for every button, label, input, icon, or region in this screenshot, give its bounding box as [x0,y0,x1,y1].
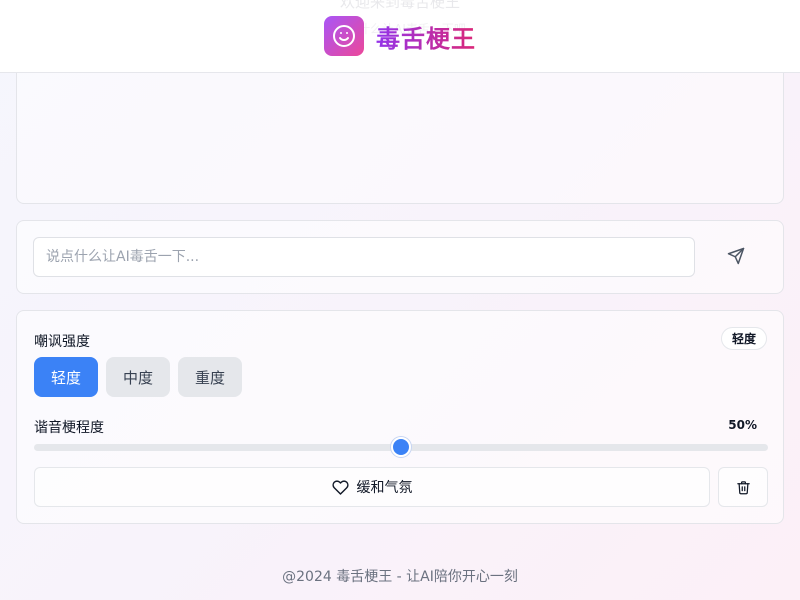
app-title: 毒舌梗王 [376,19,476,54]
send-icon [727,247,745,268]
pun-level-value: 50% [728,418,757,432]
settings-panel: 嘲讽强度 轻度 轻度 中度 重度 谐音梗程度 50% 缓和气氛 [16,310,784,524]
sarcasm-level-label: 嘲讽强度 [34,334,90,350]
faded-welcome-text: 欢迎来到毒舌梗王 [339,0,460,11]
calm-atmosphere-button[interactable]: 缓和气氛 [34,467,710,507]
clear-chat-button[interactable] [718,467,768,507]
message-input[interactable] [33,237,695,277]
brand: 毒舌梗王 [324,16,476,56]
app-header: 欢迎来到毒舌梗王 说点什么让AI毒舌一下吧 毒舌梗王 [0,0,800,73]
footer-text: @2024 毒舌梗王 - 让AI陪你开心一刻 [282,569,518,585]
chat-messages-area[interactable] [16,50,784,204]
sarcasm-level-badge: 轻度 [720,327,767,350]
send-button[interactable] [719,241,753,273]
message-composer [16,220,784,294]
pun-level-label: 谐音梗程度 [34,420,104,436]
sarcasm-level-mild-button[interactable]: 轻度 [34,357,98,397]
heart-icon [331,479,349,496]
sarcasm-level-heavy-button[interactable]: 重度 [178,357,242,397]
pun-level-slider-thumb[interactable] [391,437,411,457]
trash-icon [736,480,751,495]
smiley-logo-icon [324,16,364,56]
calm-atmosphere-label: 缓和气氛 [356,480,413,496]
sarcasm-level-medium-button[interactable]: 中度 [106,357,170,397]
